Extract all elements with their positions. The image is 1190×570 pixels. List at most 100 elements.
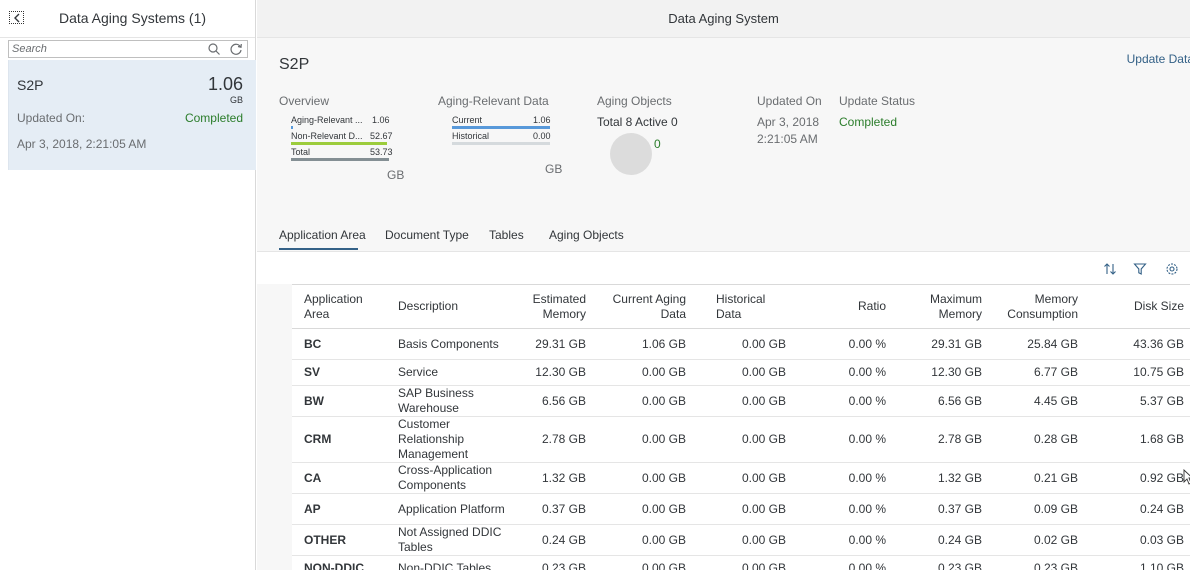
cell-historical-data: 0.00 GB xyxy=(692,462,792,494)
table-row[interactable]: AP Application Platform 0.37 GB 0.00 GB … xyxy=(292,493,1190,525)
cell-historical-data: 0.00 GB xyxy=(692,359,792,386)
table-row[interactable]: CRM Customer Relationship Management 2.7… xyxy=(292,416,1190,463)
tab-aging-objects[interactable]: Aging Objects xyxy=(549,228,624,242)
cell-maximum-memory: 0.23 GB xyxy=(892,555,988,570)
overview-bar xyxy=(291,142,387,145)
overview-label: Overview xyxy=(279,94,330,108)
object-header: S2P Update Data Overview Aging-Relevant … xyxy=(257,38,1190,250)
system-list-item[interactable]: S2P 1.06 GB Updated On: Completed Apr 3,… xyxy=(8,60,256,170)
cell-description: SAP Business Warehouse xyxy=(392,385,524,417)
cell-disk-size: 43.36 GB xyxy=(1084,328,1190,360)
cell-memory-consumption: 0.09 GB xyxy=(988,493,1084,525)
overview-row-value: 53.73 xyxy=(370,147,393,157)
cell-current-aging-data: 0.00 GB xyxy=(592,555,692,570)
column-header[interactable]: Application Area xyxy=(292,284,392,329)
aging-relevant-bar-track xyxy=(452,142,550,145)
search-input[interactable] xyxy=(9,41,199,57)
cell-historical-data: 0.00 GB xyxy=(692,493,792,525)
application-area-table: Application Area Description Estimated M… xyxy=(292,284,1190,570)
table-row[interactable]: CA Cross-Application Components 1.32 GB … xyxy=(292,462,1190,494)
cell-ratio: 0.00 % xyxy=(792,524,892,556)
column-header[interactable]: Ratio xyxy=(792,284,892,329)
selected-tab-indicator xyxy=(279,248,358,250)
aging-relevant-row-label: Current xyxy=(452,115,483,125)
cell-historical-data: 0.00 GB xyxy=(692,328,792,360)
cell-estimated-memory: 0.37 GB xyxy=(524,493,592,525)
cell-maximum-memory: 0.37 GB xyxy=(892,493,988,525)
cell-disk-size: 0.92 GB xyxy=(1084,462,1190,494)
list-item-unit: GB xyxy=(229,95,243,105)
cell-memory-consumption: 0.02 GB xyxy=(988,524,1084,556)
settings-icon[interactable] xyxy=(1165,262,1179,276)
filter-icon[interactable] xyxy=(1133,262,1147,276)
cell-ratio: 0.00 % xyxy=(792,462,892,494)
cell-estimated-memory: 29.31 GB xyxy=(524,328,592,360)
update-data-link[interactable]: Update Data xyxy=(1127,52,1190,66)
cell-maximum-memory: 6.56 GB xyxy=(892,385,988,417)
column-header[interactable]: Memory Consumption xyxy=(988,284,1084,329)
tab-tables[interactable]: Tables xyxy=(489,228,524,242)
cell-maximum-memory: 2.78 GB xyxy=(892,416,988,463)
overview-bar xyxy=(291,158,389,161)
cell-historical-data: 0.00 GB xyxy=(692,524,792,556)
list-item-number: 1.06 xyxy=(207,74,243,94)
cell-application-area: AP xyxy=(292,493,392,525)
refresh-icon[interactable] xyxy=(229,42,243,56)
cell-current-aging-data: 0.00 GB xyxy=(592,524,692,556)
cell-ratio: 0.00 % xyxy=(792,416,892,463)
cell-estimated-memory: 6.56 GB xyxy=(524,385,592,417)
table-row[interactable]: SV Service 12.30 GB 0.00 GB 0.00 GB 0.00… xyxy=(292,359,1190,386)
search-field[interactable] xyxy=(8,40,248,58)
aging-relevant-row-value: 0.00 xyxy=(533,131,551,141)
cell-ratio: 0.00 % xyxy=(792,328,892,360)
search-icon[interactable] xyxy=(207,42,221,56)
cell-current-aging-data: 1.06 GB xyxy=(592,328,692,360)
cell-maximum-memory: 1.32 GB xyxy=(892,462,988,494)
cell-current-aging-data: 0.00 GB xyxy=(592,359,692,386)
object-title: S2P xyxy=(279,56,310,73)
cell-application-area: SV xyxy=(292,359,392,386)
column-header[interactable]: Maximum Memory xyxy=(892,284,988,329)
aging-relevant-unit: GB xyxy=(545,162,563,176)
overview-row-value: 52.67 xyxy=(370,131,393,141)
mouse-cursor-icon xyxy=(1183,469,1190,485)
tab-document-type[interactable]: Document Type xyxy=(385,228,469,242)
master-header: Data Aging Systems (1) xyxy=(0,0,255,38)
column-header[interactable]: Disk Size xyxy=(1084,284,1190,329)
sort-icon[interactable] xyxy=(1103,262,1117,276)
cell-memory-consumption: 0.28 GB xyxy=(988,416,1084,463)
tab-application-area[interactable]: Application Area xyxy=(279,228,366,242)
master-title: Data Aging Systems (1) xyxy=(58,10,207,26)
cell-estimated-memory: 1.32 GB xyxy=(524,462,592,494)
cell-historical-data: 0.00 GB xyxy=(692,385,792,417)
cell-current-aging-data: 0.00 GB xyxy=(592,493,692,525)
cell-application-area: BW xyxy=(292,385,392,417)
column-header[interactable]: Historical Data xyxy=(692,284,792,329)
cell-memory-consumption: 4.45 GB xyxy=(988,385,1084,417)
aging-objects-label: Aging Objects xyxy=(597,94,672,108)
master-pane: Data Aging Systems (1) S2P 1.06 GB Updat… xyxy=(0,0,256,570)
list-item-updated-label: Updated On: xyxy=(17,111,86,125)
cell-maximum-memory: 0.24 GB xyxy=(892,524,988,556)
cell-estimated-memory: 2.78 GB xyxy=(524,416,592,463)
cell-current-aging-data: 0.00 GB xyxy=(592,385,692,417)
cell-description: Cross-Application Components xyxy=(392,462,524,494)
table-row[interactable]: BC Basis Components 29.31 GB 1.06 GB 0.0… xyxy=(292,328,1190,360)
overview-row-label: Total xyxy=(291,147,311,157)
column-header[interactable]: Estimated Memory xyxy=(524,284,592,329)
aging-objects-donut xyxy=(610,133,652,175)
cell-ratio: 0.00 % xyxy=(792,493,892,525)
cell-description: Not Assigned DDIC Tables xyxy=(392,524,524,556)
table-row[interactable]: BW SAP Business Warehouse 6.56 GB 0.00 G… xyxy=(292,385,1190,417)
cell-disk-size: 1.10 GB xyxy=(1084,555,1190,570)
cell-application-area: OTHER xyxy=(292,524,392,556)
table-toolbar xyxy=(257,252,1190,284)
table-row[interactable]: OTHER Not Assigned DDIC Tables 0.24 GB 0… xyxy=(292,524,1190,556)
column-header[interactable]: Description xyxy=(392,284,524,329)
cell-description: Application Platform xyxy=(392,493,524,525)
cell-disk-size: 0.03 GB xyxy=(1084,524,1190,556)
cell-description: Customer Relationship Management xyxy=(392,416,524,463)
updated-on-date: Apr 3, 2018 xyxy=(757,115,820,129)
table-row[interactable]: NON-DDIC Non-DDIC Tables 0.23 GB 0.00 GB… xyxy=(292,555,1190,570)
column-header[interactable]: Current Aging Data xyxy=(592,284,692,329)
